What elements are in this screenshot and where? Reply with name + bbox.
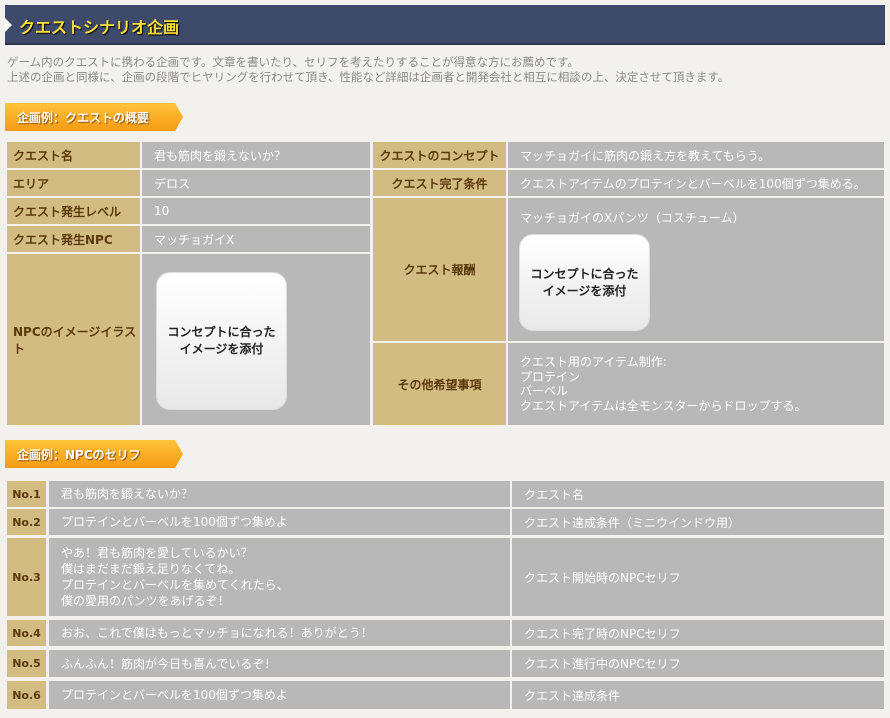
line-description: クエスト進行中のNPCセリフ	[512, 650, 884, 677]
placeholder-text: コンセプトに合った	[167, 325, 276, 339]
other-line: プロテイン	[520, 369, 581, 384]
page-title: クエストシナリオ企画	[19, 18, 180, 37]
illust-cell: コンセプトに合った イメージを添付	[142, 254, 370, 425]
other-label: その他希望事項	[373, 343, 506, 425]
line-description: クエスト開始時のNPCセリフ	[512, 538, 884, 616]
section-heading-overview: 企画例：クエストの概要	[5, 103, 183, 131]
complete-value: クエストアイテムのプロテインとバーベルを100個ずつ集める。	[508, 170, 884, 196]
line-description: クエスト達成条件	[512, 681, 884, 709]
area-label: エリア	[7, 170, 140, 196]
line-description: クエスト完了時のNPCセリフ	[512, 620, 884, 646]
row-number: No.4	[7, 620, 46, 646]
placeholder-text: コンセプトに合った	[530, 266, 639, 281]
npc-line: やあ！君も筋肉を愛しているかい？ 僕はまだまだ鍛え足りなくてね。プロテインとバーベ…	[49, 538, 510, 616]
npc-line-text: おお、これで僕はもっとマッチョになれる！ありがとう！	[61, 626, 373, 640]
other-line: クエストアイテムは全モンスターからドロップする。	[520, 398, 807, 413]
other-line: バーベル	[520, 384, 569, 398]
level-label: クエスト発生レベル	[7, 198, 140, 224]
line-description: クエスト名	[512, 481, 884, 507]
npc-line: おお、これで僕はもっとマッチョになれる！ありがとう！	[49, 620, 510, 646]
level-value: 10	[142, 198, 370, 224]
npc-line-text: 僕はまだまだ鍛え足りなくてね。	[61, 562, 241, 576]
quest-name-value: 君も筋肉を鍛えないか？	[142, 142, 370, 168]
npc-line-text: 君も筋肉を鍛えないか？	[61, 487, 194, 501]
npc-line-text: プロテインとバーベルを集めてくれたら、	[61, 578, 289, 592]
npc-line-text: プロテインとバーベルを100個ずつ集めよ	[61, 515, 288, 529]
reward-label: クエスト報酬	[373, 198, 506, 341]
npc-value: マッチョガイX	[142, 226, 370, 252]
description-line: ゲーム内のクエストに携わる企画です。文章を書いたり、セリフを考えたりすることが得…	[7, 55, 579, 69]
description-line: 上述の企画と同様に、企画の段階でヒヤリングを行わせて頂き、性能など詳細は企画者と…	[7, 70, 730, 84]
row-number: No.6	[7, 681, 46, 709]
section-heading-npc-lines: 企画例：NPCのセリフ	[5, 440, 183, 468]
placeholder-text: イメージを添付	[542, 283, 627, 298]
row-number: No.2	[7, 509, 46, 535]
row-number: No.1	[7, 481, 46, 507]
npc-line-text: ふんふん！筋肉が今日も喜んでいるぞ！	[61, 656, 277, 671]
quest-name-label: クエスト名	[7, 142, 140, 168]
other-line: クエスト用のアイテム制作:	[520, 355, 667, 369]
npc-line-text: プロテインとバーベルを100個ずつ集めよ	[61, 688, 288, 702]
concept-label: クエストのコンセプト	[373, 142, 506, 168]
area-value: デロス	[142, 170, 370, 196]
other-value: クエスト用のアイテム制作: プロテイン バーベル クエストアイテムは全モンスター…	[508, 343, 884, 425]
npc-line-text: 僕の愛用のパンツをあげるぞ！	[61, 594, 230, 608]
illust-label: NPCのイメージイラスト	[7, 254, 140, 425]
page-title-bar: クエストシナリオ企画	[5, 5, 885, 45]
npc-line: 君も筋肉を鍛えないか？	[49, 481, 510, 507]
npc-line: プロテインとバーベルを100個ずつ集めよ	[49, 509, 510, 535]
placeholder-text: イメージを添付	[179, 342, 264, 356]
image-placeholder[interactable]: コンセプトに合った イメージを添付	[156, 272, 287, 410]
npc-line: ふんふん！筋肉が今日も喜んでいるぞ！	[49, 650, 510, 677]
concept-value: マッチョガイに筋肉の鍛え方を教えてもらう。	[508, 142, 884, 168]
reward-cell: マッチョガイのXパンツ（コスチューム） コンセプトに合った イメージを添付	[508, 198, 884, 341]
row-number: No.5	[7, 650, 46, 677]
complete-label: クエスト完了条件	[373, 170, 506, 196]
row-number: No.3	[7, 538, 46, 616]
reward-value: マッチョガイのXパンツ（コスチューム）	[520, 211, 745, 225]
npc-line-text: やあ！君も筋肉を愛しているかい？	[61, 546, 253, 560]
image-placeholder[interactable]: コンセプトに合った イメージを添付	[519, 234, 650, 331]
npc-line: プロテインとバーベルを100個ずつ集めよ	[49, 681, 510, 709]
line-description: クエスト達成条件（ミニウインドウ用）	[512, 509, 884, 535]
npc-label: クエスト発生NPC	[7, 226, 140, 252]
arrow-icon	[5, 18, 12, 32]
